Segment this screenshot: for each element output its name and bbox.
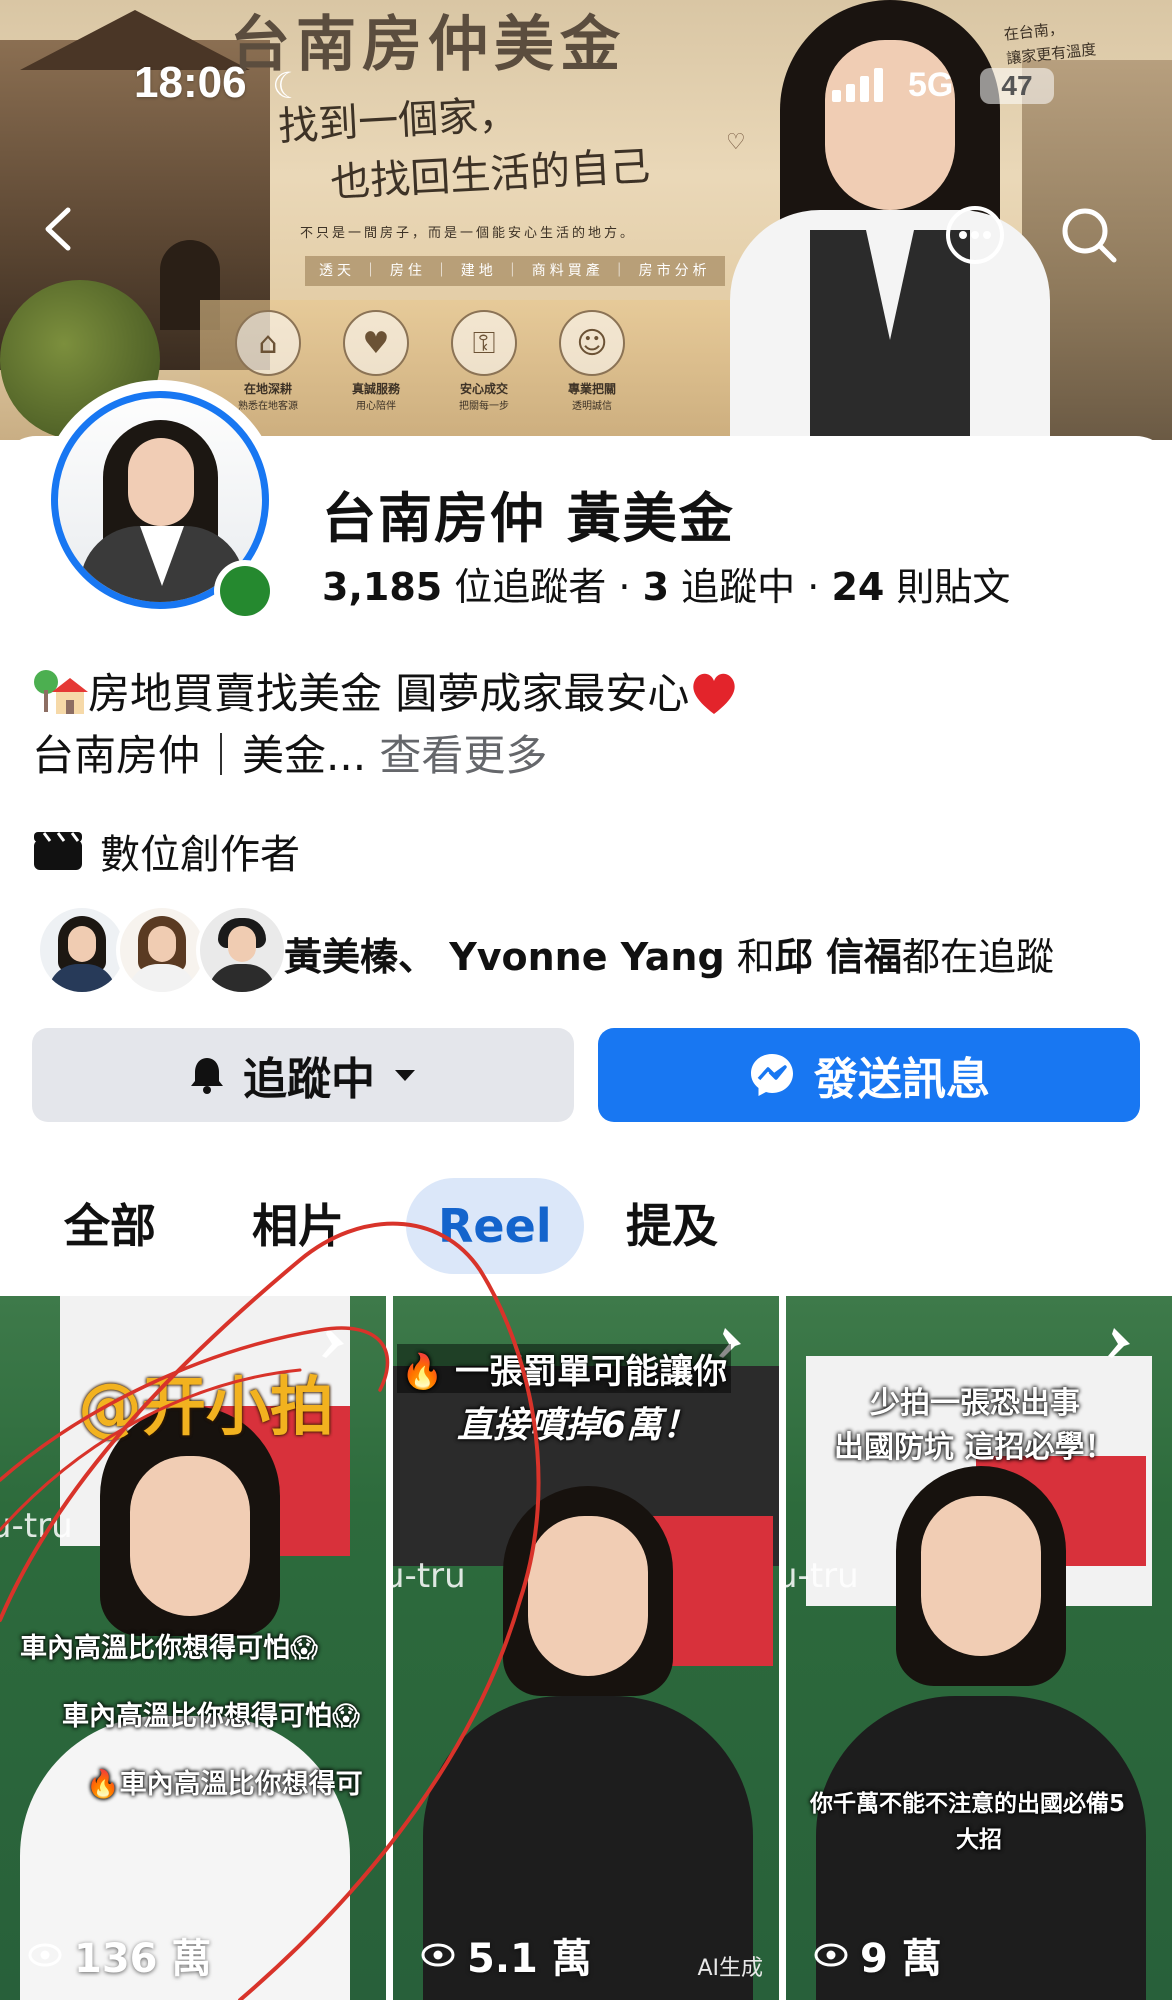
- cover-badge: ♥ 真誠服務 用心陪伴: [336, 310, 416, 412]
- network-label: 5G: [908, 66, 954, 104]
- reel-view-count: 9 萬: [860, 1936, 942, 1982]
- bio-text: 台南房仲｜美金...: [32, 731, 367, 780]
- status-time: 18:06: [134, 58, 247, 107]
- signal-icon: [832, 66, 883, 102]
- badge-title: 安心成交: [459, 382, 508, 396]
- followers-count[interactable]: 3,185: [322, 565, 442, 609]
- following-count[interactable]: 3: [643, 565, 669, 609]
- pin-icon: [1108, 1328, 1130, 1358]
- eye-icon: [28, 1943, 62, 1967]
- reel-views: 5.1 萬: [421, 1926, 592, 1984]
- house-with-tree-icon: [34, 670, 88, 714]
- reel-view-count: 136 萬: [74, 1936, 212, 1982]
- profile-stats: 3,185 位追蹤者 · 3 追蹤中 · 24 則貼文: [322, 556, 1010, 611]
- reel-views: 9 萬: [814, 1926, 942, 1984]
- key-icon: ⚿: [451, 310, 517, 376]
- mutual-suffix: 都在追蹤: [902, 935, 1055, 979]
- bio-line1: 房地買賣找美金 圓夢成家最安心: [32, 660, 739, 721]
- reel-bottom-caption: 你千萬不能不注意的出國必備5: [810, 1791, 1126, 1817]
- cover-badge: ⚿ 安心成交 把關每一步: [444, 310, 524, 412]
- tab-mentions[interactable]: 提及: [594, 1178, 750, 1274]
- back-arrow-icon[interactable]: [40, 206, 76, 252]
- eye-icon: [814, 1943, 848, 1967]
- badge-title: 在地深耕: [243, 382, 292, 396]
- reel-thumbnail[interactable]: u-tru @开小拍 車內高溫比你想得可怕😱 車內高溫比你想得可怕😱 🔥車內高溫…: [0, 1296, 386, 2000]
- reel-view-count: 5.1 萬: [467, 1936, 592, 1982]
- reel-top-caption: 出國防坑 這招必學！: [834, 1430, 1115, 1465]
- reel-top-caption: 少拍一張恐出事: [870, 1386, 1080, 1421]
- reel-thumbnail[interactable]: u-tru 少拍一張恐出事 出國防坑 這招必學！ 你千萬不能不注意的出國必備5 …: [786, 1296, 1172, 2000]
- reel-caption: 🔥車內高溫比你想得可: [86, 1769, 363, 1800]
- tab-all[interactable]: 全部: [32, 1178, 188, 1274]
- heart-icon: ♥: [343, 310, 409, 376]
- reel-caption: 車內高溫比你想得可怕😱: [20, 1633, 319, 1664]
- following-button-label: 追蹤中: [243, 1054, 375, 1105]
- battery-icon: 47: [980, 68, 1054, 104]
- people-icon: ☺: [559, 310, 625, 376]
- tab-reel[interactable]: Reel: [406, 1178, 584, 1274]
- cover-category-bar: 透天 ｜ 房住 ｜ 建地 ｜ 商料買產 ｜ 房市分析: [305, 256, 725, 286]
- profile-tabs: 全部 相片 Reel 提及: [0, 1178, 1172, 1274]
- badge-sub: 透明誠信: [572, 401, 612, 412]
- ai-generated-badge: AI生成: [697, 1956, 763, 1981]
- eye-icon: [421, 1943, 455, 1967]
- mutual-follower-avatars[interactable]: [36, 904, 288, 996]
- tab-photos[interactable]: 相片: [220, 1178, 376, 1274]
- avatar: [196, 904, 288, 996]
- posts-label: 則貼文: [896, 565, 1011, 609]
- page-category: 數位創作者: [32, 822, 300, 880]
- page-title: 台南房仲 黃美金: [322, 487, 735, 550]
- stats-separator: ·: [618, 565, 631, 609]
- stats-separator: ·: [807, 565, 820, 609]
- cover-badge: ☺ 專業把關 透明誠信: [552, 310, 632, 412]
- house-icon: ⌂: [235, 310, 301, 376]
- mutual-followers-text[interactable]: 黃美榛、 Yvonne Yang 和邱 信福都在追蹤: [284, 926, 1054, 981]
- more-options-icon[interactable]: [944, 204, 1006, 266]
- category-label: 數位創作者: [100, 832, 300, 878]
- send-message-label: 發送訊息: [814, 1054, 990, 1105]
- mutual-and: 和: [736, 935, 775, 979]
- bio-text: 房地買賣找美金 圓夢成家最安心: [88, 669, 690, 718]
- cover-badges: ⌂ 在地深耕 熟悉在地客源 ♥ 真誠服務 用心陪伴 ⚿ 安心成交 把關每一步 ☺…: [228, 310, 632, 412]
- badge-title: 真誠服務: [351, 382, 400, 396]
- cover-subline: 不只是一間房子，而是一個能安心生活的地方。: [300, 226, 637, 241]
- search-icon[interactable]: [1058, 204, 1120, 266]
- reel-bottom-caption: 大招: [956, 1827, 1002, 1853]
- bell-icon: [191, 1058, 223, 1094]
- posts-count: 24: [831, 565, 885, 609]
- mutual-names[interactable]: 黃美榛、 Yvonne Yang: [284, 935, 725, 979]
- reel-views: 136 萬: [28, 1926, 211, 1984]
- reel-top-caption: 🔥 一張罰單可能讓你: [397, 1344, 732, 1393]
- chevron-down-icon: [395, 1070, 415, 1081]
- send-message-button[interactable]: 發送訊息: [598, 1028, 1140, 1122]
- red-heart-icon: [693, 673, 736, 714]
- following-label[interactable]: 追蹤中: [681, 565, 795, 609]
- badge-sub: 用心陪伴: [356, 401, 396, 412]
- mutual-last[interactable]: 邱 信福: [775, 935, 902, 979]
- moon-icon: ☾: [272, 66, 305, 107]
- reel-thumbnail[interactable]: u-tru 🔥 一張罰單可能讓你 直接噴掉6萬！ 5.1 萬 AI生成: [393, 1296, 779, 2000]
- see-more-link[interactable]: 查看更多: [379, 731, 547, 780]
- following-button[interactable]: 追蹤中: [32, 1028, 574, 1122]
- reel-top-caption: @开小拍: [78, 1371, 334, 1445]
- messenger-icon: [751, 1054, 793, 1096]
- badge-title: 專業把關: [567, 382, 616, 396]
- followers-label[interactable]: 位追蹤者: [454, 565, 606, 609]
- cover-badge: ⌂ 在地深耕 熟悉在地客源: [228, 310, 308, 412]
- clapperboard-icon: [34, 832, 82, 870]
- avatar: [116, 904, 208, 996]
- badge-sub: 把關每一步: [459, 401, 509, 412]
- avatar: [36, 904, 128, 996]
- online-status-indicator: [214, 560, 276, 622]
- bio-line2: 台南房仲｜美金... 查看更多: [32, 722, 547, 783]
- reel-top-caption: 直接噴掉6萬！: [457, 1405, 699, 1446]
- reel-caption: 車內高溫比你想得可怕😱: [62, 1701, 361, 1732]
